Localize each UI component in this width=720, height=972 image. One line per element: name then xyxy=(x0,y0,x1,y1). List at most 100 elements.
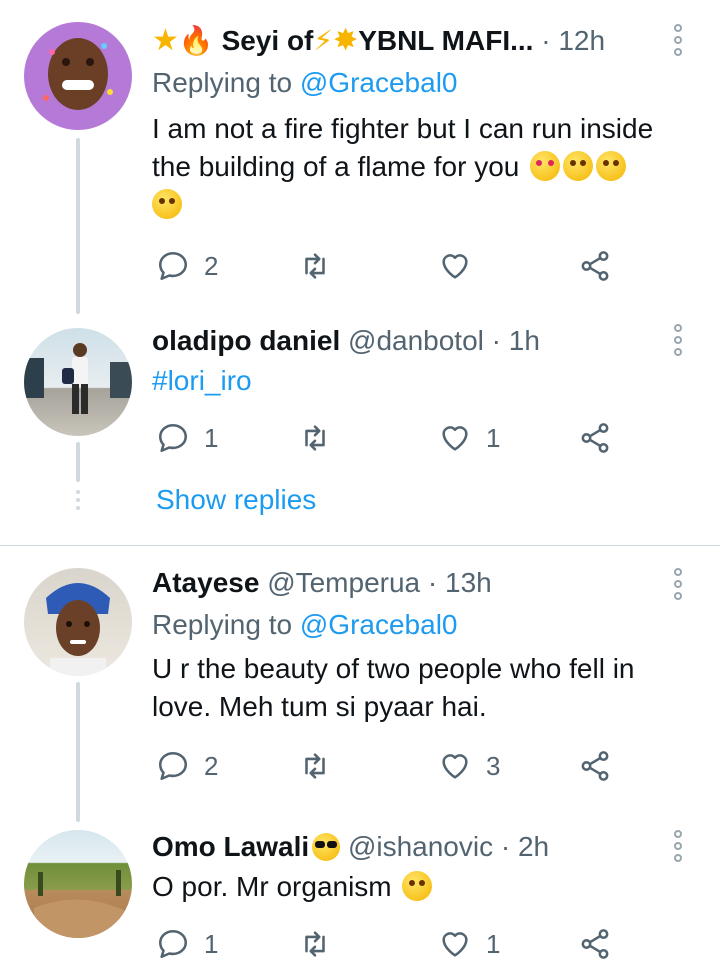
reply-button[interactable]: 1 xyxy=(156,418,218,458)
heart-icon xyxy=(442,426,468,451)
reply-count: 2 xyxy=(204,750,219,781)
display-name[interactable]: oladipo daniel xyxy=(152,325,340,356)
like-button[interactable] xyxy=(438,246,472,286)
grinning-emoji xyxy=(402,871,433,901)
tweet-text: I am not a fire fighter but I can run in… xyxy=(152,110,672,224)
avatar-image xyxy=(34,870,124,938)
tweet-text: U r the beauty of two people who fell in… xyxy=(152,653,635,722)
tweet-1[interactable]: ★🔥 Seyi of⚡✸YBNL MAFI... · 12h Replying … xyxy=(0,0,720,308)
tweet-header: Atayese @Temperua · 13h xyxy=(152,566,660,600)
avatar[interactable] xyxy=(24,568,132,676)
thread-line xyxy=(76,138,80,308)
retweet-button[interactable] xyxy=(298,924,332,964)
reply-count: 1 xyxy=(204,422,219,453)
like-count: 1 xyxy=(486,928,501,959)
tweet-actions: 1 1 xyxy=(152,924,632,964)
like-button[interactable]: 3 xyxy=(438,746,500,786)
avatar-image xyxy=(24,343,132,414)
reply-button[interactable]: 2 xyxy=(156,746,218,786)
thread-line xyxy=(76,442,80,482)
reply-button[interactable]: 2 xyxy=(156,246,218,286)
retweet-button[interactable] xyxy=(298,746,332,786)
sunglasses-emoji xyxy=(312,833,341,861)
thread-line xyxy=(76,802,80,820)
thread-line xyxy=(76,292,80,314)
display-name[interactable]: Seyi of xyxy=(222,25,314,56)
show-replies-link[interactable]: Show replies xyxy=(156,484,316,516)
tweet-2[interactable]: oladipo daniel @danbotol · 1h #lori_iro … xyxy=(0,292,720,545)
fire-emoji: 🔥 xyxy=(178,25,214,56)
avatar[interactable] xyxy=(24,22,132,130)
tweet-time: · 13h xyxy=(427,567,492,598)
tweet-text: #lori_iro xyxy=(152,362,680,400)
tweet-3[interactable]: Atayese @Temperua · 13h Replying to @Gra… xyxy=(0,546,720,822)
reply-count: 1 xyxy=(204,928,219,959)
tweet-time: · 12h xyxy=(541,25,606,56)
share-button[interactable] xyxy=(578,746,612,786)
hashtag-link[interactable]: #lori_iro xyxy=(152,365,252,396)
tweet-text: O por. Mr organism xyxy=(152,868,680,906)
share-button[interactable] xyxy=(578,246,612,286)
avatar-image xyxy=(43,38,113,110)
heart-icon xyxy=(442,754,468,779)
reply-button[interactable]: 1 xyxy=(156,924,218,964)
more-vertical-icon[interactable] xyxy=(674,24,686,60)
like-count: 3 xyxy=(486,750,501,781)
reply-count: 2 xyxy=(204,250,219,281)
share-icon xyxy=(581,251,609,281)
replying-to: Replying to @Gracebal0 xyxy=(152,67,458,98)
share-icon xyxy=(581,751,609,781)
retweet-icon xyxy=(305,931,325,957)
retweet-button[interactable] xyxy=(298,418,332,458)
heart-eyes-emoji xyxy=(530,151,561,181)
like-button[interactable]: 1 xyxy=(438,418,500,458)
retweet-icon xyxy=(305,253,325,279)
heart-icon xyxy=(442,254,468,279)
thread-continuation-dots xyxy=(76,490,80,514)
retweet-button[interactable] xyxy=(298,246,332,286)
share-button[interactable] xyxy=(578,924,612,964)
share-icon xyxy=(581,929,609,959)
tweet-header: oladipo daniel @danbotol · 1h xyxy=(152,324,660,358)
more-vertical-icon[interactable] xyxy=(674,830,686,866)
tweet-actions: 2 3 xyxy=(152,746,632,786)
replying-to: Replying to @Gracebal0 xyxy=(152,609,458,640)
display-name[interactable]: Atayese xyxy=(152,567,259,598)
tweet-header: Omo Lawali @ishanovic · 2h xyxy=(152,830,660,864)
tweet-actions: 2 xyxy=(152,246,632,286)
like-button[interactable]: 1 xyxy=(438,924,500,964)
heart-icon xyxy=(442,932,468,957)
like-count: 1 xyxy=(486,422,501,453)
lightning-emoji: ⚡ xyxy=(313,25,334,56)
tweet-header: ★🔥 Seyi of⚡✸YBNL MAFI... · 12h xyxy=(152,24,660,58)
retweet-icon xyxy=(305,753,325,779)
reply-mention[interactable]: @Gracebal0 xyxy=(300,67,458,98)
retweet-icon xyxy=(305,425,325,451)
avatar-image xyxy=(46,583,110,676)
user-handle[interactable]: @danbotol xyxy=(348,325,484,356)
share-button[interactable] xyxy=(578,418,612,458)
reply-mention[interactable]: @Gracebal0 xyxy=(300,609,458,640)
display-name-suffix: YBNL MAFI... xyxy=(358,25,534,56)
more-vertical-icon[interactable] xyxy=(674,568,686,604)
thread-line xyxy=(76,682,80,822)
more-vertical-icon[interactable] xyxy=(674,324,686,360)
kiss-emoji xyxy=(563,151,594,181)
share-icon xyxy=(581,423,609,453)
party-emoji xyxy=(596,151,627,181)
star-emoji: ★ xyxy=(152,24,179,57)
reply-icon xyxy=(158,251,188,281)
tweet-4[interactable]: Omo Lawali @ishanovic · 2h O por. Mr org… xyxy=(0,802,720,972)
sparkle-emoji: ✸ xyxy=(333,24,359,57)
tweet-time: · 2h xyxy=(500,831,550,862)
reply-icon xyxy=(158,929,188,959)
user-handle[interactable]: @ishanovic xyxy=(348,831,493,862)
display-name[interactable]: Omo Lawali xyxy=(152,831,309,862)
tweet-actions: 1 1 xyxy=(152,418,632,458)
smiling-hearts-emoji xyxy=(152,189,182,219)
reply-icon xyxy=(158,751,188,781)
avatar[interactable] xyxy=(24,830,132,938)
user-handle[interactable]: @Temperua xyxy=(267,567,420,598)
avatar[interactable] xyxy=(24,328,132,436)
tweet-time: · 1h xyxy=(491,325,540,356)
